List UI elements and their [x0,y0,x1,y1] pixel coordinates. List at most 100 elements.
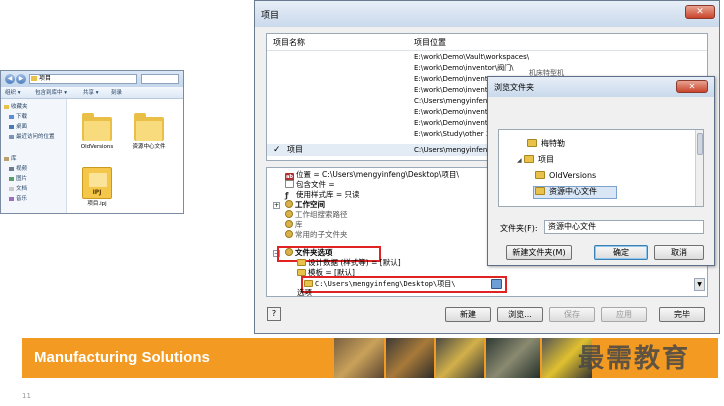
help-icon[interactable]: ? [267,307,281,321]
explorer-search-input[interactable] [141,74,179,84]
folder-label: 文件夹(F): [500,224,538,233]
folder-tree-item-selected[interactable]: 资源中心文件 [535,186,597,198]
project-row-location[interactable]: C:\Users\mengyinfeng [414,96,492,106]
scrollbar-thumb[interactable] [697,133,703,155]
save-button[interactable]: 保存 [549,307,595,322]
nav-item-favorites[interactable]: 收藏夹 [4,104,28,111]
back-icon[interactable]: ◀ [5,74,15,84]
project-row-name: 项目 [287,145,303,154]
tree-item-workgroup-paths[interactable]: 工作组搜索路径 [285,210,348,220]
nav-item-music[interactable]: 音乐 [9,196,27,203]
recent-icon [9,134,14,139]
industrial-photo [386,338,434,378]
project-row-location[interactable]: E:\work\Study\other 3 [414,129,490,139]
project-row-location[interactable]: E:\work\Demo\inventor [414,107,495,117]
explorer-window: ◀ ▶ 项目 组织 ▾ 包含到库中 ▾ 共享 ▾ 刻录 收藏夹 下载 桌面 最近… [0,70,184,214]
dialog-title: 项目 [261,11,280,21]
tree-item-design-data[interactable]: 设计数据 (样式等) = [默认] [297,258,401,268]
browse-dialog-titlebar: 浏览文件夹 ✕ [488,77,714,97]
folder-input[interactable]: 资源中心文件 [544,220,704,234]
folder-icon [527,139,537,147]
project-row-location[interactable]: E:\work\Demo\inventor [414,118,495,128]
book-icon [285,210,293,218]
folder-tree-item[interactable]: OldVersions [535,170,596,182]
done-button[interactable]: 完毕 [659,307,705,322]
tree-item-folder-options[interactable]: 文件夹选项 [285,248,333,258]
close-icon[interactable]: ✕ [685,5,715,19]
nav-item-pictures[interactable]: 图片 [9,176,27,183]
divider [267,50,707,51]
browse-folder-dialog: 浏览文件夹 ✕ 梅特勒 ◢ 项目 OldVersions 资源中心文件 文件夹(F… [487,76,715,266]
browse-button[interactable]: 浏览... [497,307,543,322]
column-header-project-name[interactable]: 项目名称 [273,37,305,48]
folder-tree[interactable]: 梅特勒 ◢ 项目 OldVersions 资源中心文件 [498,129,704,207]
new-folder-button[interactable]: 新建文件夹(M) [506,245,572,260]
download-icon [9,114,14,119]
folder-tree-item[interactable]: 梅特勒 [527,138,565,150]
projects-dialog-titlebar: 项目 ✕ [255,1,719,27]
chevron-down-icon[interactable]: ▼ [694,278,705,291]
folder-icon [134,113,164,141]
explorer-path-segment: 项目 [39,75,52,82]
document-icon [9,186,14,191]
project-row-location[interactable]: E:\work\Demo\inventor [414,85,495,95]
explorer-toolbar: 组织 ▾ 包含到库中 ▾ 共享 ▾ 刻录 [1,87,183,99]
nav-item-desktop[interactable]: 桌面 [9,124,27,131]
cancel-button[interactable]: 取消 [654,245,704,260]
tree-item-style-library[interactable]: ƒ 使用样式库 = 只读 [285,190,360,200]
folder-icon [535,171,545,179]
folder-icon [524,155,534,163]
folder-icon [535,187,545,195]
watermark: 最需教育 [578,344,691,374]
folder-icon [297,259,306,266]
folder-tree-item[interactable]: ◢ 项目 [517,154,554,167]
book-icon [285,248,293,256]
toolbar-share-button[interactable]: 共享 ▾ [83,89,99,97]
close-icon[interactable]: ✕ [676,80,708,93]
nav-item-downloads[interactable]: 下载 [9,114,27,121]
project-row-location[interactable]: E:\work\Demo\Vault\workspaces\ [414,52,529,62]
new-button[interactable]: 新建 [445,307,491,322]
tree-item-options[interactable]: 选项 [297,288,312,296]
fx-icon: ƒ [285,191,289,200]
footer-title: Manufacturing Solutions [34,349,210,366]
expanded-arrow-icon[interactable]: ◢ [517,155,524,167]
highlight-box [301,276,507,293]
ipj-file-icon: IPJ [82,167,112,199]
forward-icon[interactable]: ▶ [16,74,26,84]
dialog-title: 浏览文件夹 [494,83,534,92]
nav-item-library[interactable]: 库 [4,156,17,163]
ok-button[interactable]: 确定 [594,245,648,260]
toolbar-include-library-button[interactable]: 包含到库中 ▾ [35,89,67,97]
toolbar-burn-button[interactable]: 刻录 [111,89,122,97]
tree-item-libraries[interactable]: 库 [285,220,303,230]
nav-item-videos[interactable]: 视频 [9,166,27,173]
checkmark-icon: ✓ [273,145,281,155]
tree-item-frequent-subfolders[interactable]: 常用的子文件夹 [285,230,348,240]
nav-item-documents[interactable]: 文档 [9,186,27,193]
scrollbar[interactable] [695,130,703,206]
file-item-project-ipj[interactable]: IPJ 项目.ipj [77,167,117,208]
file-icon [285,180,294,188]
folder-icon [297,269,306,276]
project-row-location[interactable]: E:\work\Demo\inventor\阀门\ [414,63,513,73]
tree-item-workspace[interactable]: 工作空间 [285,200,325,210]
explorer-path-field[interactable]: 项目 [29,74,137,84]
toolbar-organize-button[interactable]: 组织 ▾ [5,89,21,97]
book-icon [285,200,293,208]
tree-item-included-file[interactable]: 包含文件 = [285,180,335,190]
column-header-project-location[interactable]: 项目位置 [414,37,446,48]
nav-item-recent[interactable]: 最近访问的位置 [9,134,55,141]
file-item-resource-center[interactable]: 资源中心文件 [129,113,169,151]
star-icon [4,104,9,109]
book-icon [285,230,293,238]
explorer-address-bar: ◀ ▶ 项目 [1,71,183,87]
file-item-label: OldVersions [80,144,114,150]
project-row-location[interactable]: E:\work\Demo\inventor [414,74,495,84]
video-icon [9,166,14,171]
apply-button[interactable]: 应用 [601,307,647,322]
industrial-photo [436,338,484,378]
expand-icon[interactable]: + [273,202,280,209]
book-icon [285,220,293,228]
file-item-oldversions[interactable]: OldVersions [77,113,117,151]
